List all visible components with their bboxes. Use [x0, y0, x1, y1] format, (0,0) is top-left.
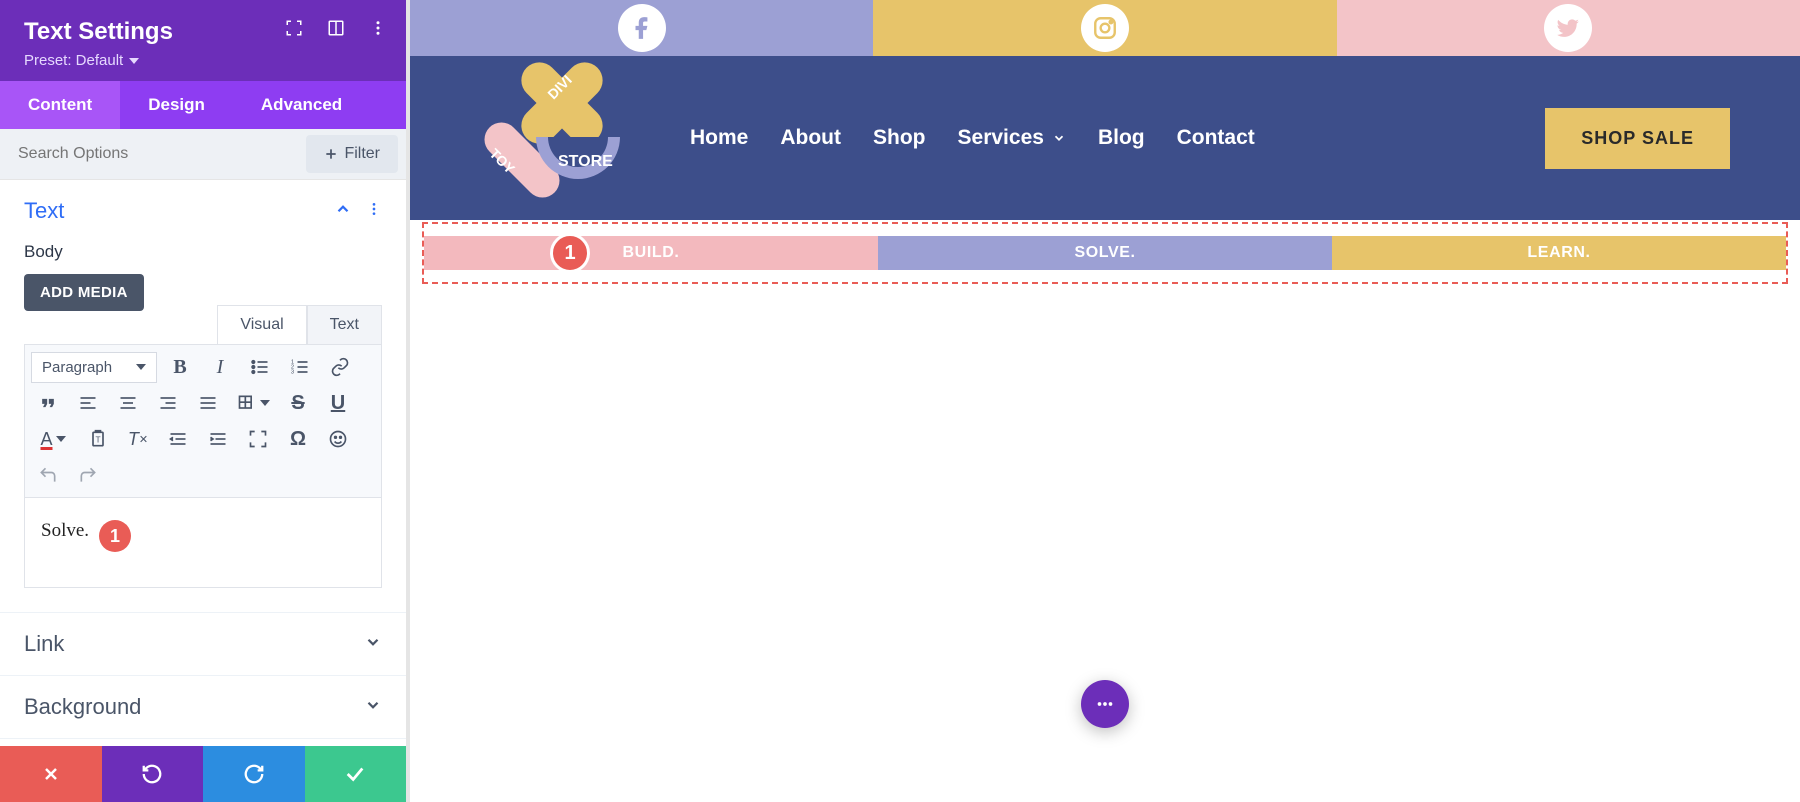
- logo-text-3: STORE: [558, 153, 613, 171]
- preset-label: Preset: Default: [24, 52, 123, 69]
- tag-build[interactable]: BUILD.: [424, 236, 878, 270]
- underline-button[interactable]: U: [321, 387, 355, 419]
- instagram-icon: [1081, 4, 1129, 52]
- focus-icon[interactable]: [284, 18, 304, 38]
- section-background: Background: [0, 676, 406, 739]
- body-field-label: Body: [24, 242, 382, 262]
- editor-mode-text[interactable]: Text: [307, 305, 382, 344]
- editor-toolbar: Paragraph B I 123: [24, 344, 382, 498]
- section-text: Text Body ADD MEDIA: [0, 180, 406, 613]
- editor-text: Solve.: [41, 520, 89, 542]
- paragraph-label: Paragraph: [42, 359, 112, 376]
- blockquote-button[interactable]: [31, 387, 65, 419]
- align-left-button[interactable]: [71, 387, 105, 419]
- svg-text:T: T: [96, 434, 101, 444]
- italic-button[interactable]: I: [203, 351, 237, 383]
- social-cell-twitter[interactable]: [1337, 0, 1800, 56]
- undo-footer-button[interactable]: [102, 746, 204, 802]
- nav-item-about[interactable]: About: [780, 126, 841, 150]
- bold-button[interactable]: B: [163, 351, 197, 383]
- caret-down-icon: [136, 364, 146, 370]
- numbered-list-button[interactable]: 123: [283, 351, 317, 383]
- editor-mode-visual[interactable]: Visual: [217, 305, 306, 344]
- selected-row-outline[interactable]: 1 BUILD. SOLVE. LEARN.: [422, 222, 1788, 284]
- table-button[interactable]: [231, 387, 275, 419]
- social-cell-instagram[interactable]: [873, 0, 1336, 56]
- section-title-link: Link: [24, 631, 64, 657]
- tag-solve[interactable]: SOLVE.: [878, 236, 1332, 270]
- align-justify-button[interactable]: [191, 387, 225, 419]
- panel-header: Text Settings Preset: Default: [0, 0, 406, 81]
- panel-tabs: Content Design Advanced: [0, 81, 406, 129]
- panel-footer: [0, 746, 406, 802]
- main-nav: DIVI TOY STORE Home About Shop Services …: [410, 56, 1800, 220]
- nav-item-contact[interactable]: Contact: [1177, 126, 1255, 150]
- nav-links: Home About Shop Services Blog Contact: [690, 126, 1255, 150]
- nav-item-shop[interactable]: Shop: [873, 126, 926, 150]
- caret-down-icon: [56, 436, 66, 442]
- tab-advanced[interactable]: Advanced: [233, 81, 370, 129]
- save-button[interactable]: [305, 746, 407, 802]
- tag-learn[interactable]: LEARN.: [1332, 236, 1786, 270]
- cancel-button[interactable]: [0, 746, 102, 802]
- undo-button[interactable]: [31, 459, 65, 491]
- search-row: Filter: [0, 129, 406, 180]
- section-title-background: Background: [24, 694, 141, 720]
- redo-button[interactable]: [71, 459, 105, 491]
- settings-panel: Text Settings Preset: Default Content De…: [0, 0, 410, 802]
- fullscreen-button[interactable]: [241, 423, 275, 455]
- filter-button[interactable]: Filter: [306, 135, 398, 173]
- outdent-button[interactable]: [161, 423, 195, 455]
- site-logo[interactable]: DIVI TOY STORE: [480, 73, 640, 203]
- paragraph-format-select[interactable]: Paragraph: [31, 352, 157, 383]
- layout-columns-icon[interactable]: [326, 18, 346, 38]
- more-vertical-icon[interactable]: [368, 18, 388, 38]
- page-canvas: DIVI TOY STORE Home About Shop Services …: [410, 0, 1800, 802]
- svg-text:3: 3: [291, 370, 294, 376]
- nav-item-services[interactable]: Services: [958, 126, 1066, 150]
- align-center-button[interactable]: [111, 387, 145, 419]
- caret-down-icon: [129, 58, 139, 64]
- link-button[interactable]: [323, 351, 357, 383]
- nav-item-services-label: Services: [958, 126, 1044, 150]
- add-media-button[interactable]: ADD MEDIA: [24, 274, 144, 311]
- preset-dropdown[interactable]: Preset: Default: [24, 52, 382, 69]
- redo-footer-button[interactable]: [203, 746, 305, 802]
- special-char-button[interactable]: Ω: [281, 423, 315, 455]
- chevron-up-icon: [334, 200, 352, 223]
- strikethrough-button[interactable]: S: [281, 387, 315, 419]
- bullet-list-button[interactable]: [243, 351, 277, 383]
- editor-content-area[interactable]: Solve. 1: [24, 498, 382, 588]
- indent-button[interactable]: [201, 423, 235, 455]
- section-header-background[interactable]: Background: [0, 676, 406, 738]
- section-title-text: Text: [24, 198, 64, 224]
- section-header-text[interactable]: Text: [0, 180, 406, 242]
- caret-down-icon: [260, 400, 270, 406]
- tab-design[interactable]: Design: [120, 81, 233, 129]
- tab-content[interactable]: Content: [0, 81, 120, 129]
- chevron-down-icon: [1052, 131, 1066, 145]
- facebook-icon: [618, 4, 666, 52]
- more-vertical-icon[interactable]: [366, 201, 382, 222]
- nav-item-home[interactable]: Home: [690, 126, 748, 150]
- filter-label: Filter: [344, 145, 380, 163]
- social-bar: [410, 0, 1800, 56]
- floating-action-button[interactable]: [1081, 680, 1129, 728]
- twitter-icon: [1544, 4, 1592, 52]
- clear-format-button[interactable]: T✕: [121, 423, 155, 455]
- annotation-marker-1: 1: [99, 520, 131, 552]
- section-link: Link: [0, 613, 406, 676]
- annotation-marker-1: 1: [550, 233, 590, 273]
- text-color-button[interactable]: A: [31, 423, 75, 455]
- paste-text-button[interactable]: T: [81, 423, 115, 455]
- chevron-down-icon: [364, 633, 382, 656]
- emoji-button[interactable]: [321, 423, 355, 455]
- section-header-link[interactable]: Link: [0, 613, 406, 675]
- chevron-down-icon: [364, 696, 382, 719]
- nav-item-blog[interactable]: Blog: [1098, 126, 1145, 150]
- align-right-button[interactable]: [151, 387, 185, 419]
- social-cell-facebook[interactable]: [410, 0, 873, 56]
- shop-sale-button[interactable]: SHOP SALE: [1545, 108, 1730, 169]
- search-input[interactable]: [0, 131, 298, 177]
